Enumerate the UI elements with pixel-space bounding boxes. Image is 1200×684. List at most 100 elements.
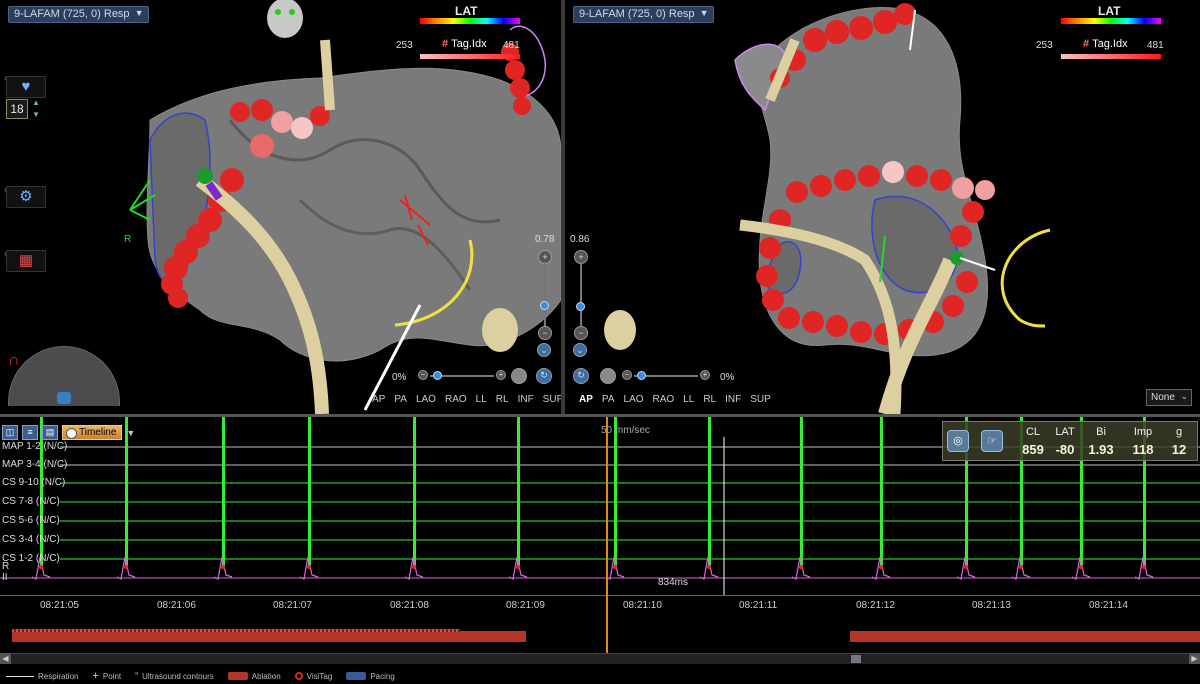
target-icon[interactable]: ◎ xyxy=(947,430,969,452)
opacity-increase-icon[interactable]: + xyxy=(700,370,710,380)
view-ap[interactable]: AP xyxy=(372,394,385,405)
view-sup[interactable]: SUP xyxy=(750,394,771,405)
chevron-down-icon: ⌄ xyxy=(1180,391,1188,401)
time-tick: 08:21:08 xyxy=(390,600,429,611)
opacity-slider-knob[interactable] xyxy=(637,371,646,380)
chevron-down-icon[interactable]: ▼ xyxy=(126,428,135,438)
view-ll[interactable]: LL xyxy=(683,394,694,405)
timeline-cursor[interactable] xyxy=(606,417,608,653)
tag-scale-label[interactable]: # Tag.Idx xyxy=(442,38,487,50)
annotation-marker xyxy=(879,565,883,569)
legend-item: Ablation xyxy=(227,672,281,681)
chevron-down-icon[interactable] xyxy=(57,392,71,404)
right-anatomy-canvas[interactable] xyxy=(565,0,1200,414)
orientation-heart-icon xyxy=(482,308,518,352)
tag-color-scale xyxy=(420,54,520,59)
reset-view-icon[interactable]: ⌄ xyxy=(537,343,551,357)
opacity-decrease-icon[interactable]: − xyxy=(418,370,428,380)
view-rl[interactable]: RL xyxy=(703,394,716,405)
channel-label: CS 1-2 (N/C) xyxy=(2,553,60,564)
view-rl[interactable]: RL xyxy=(496,394,509,405)
zoom-slider-track[interactable] xyxy=(580,262,582,334)
annotation-marker xyxy=(1019,565,1023,569)
opacity-slider-knob[interactable] xyxy=(433,371,442,380)
qrs-complex xyxy=(614,417,617,567)
qrs-complex xyxy=(708,417,711,567)
tag-grid-icon: # xyxy=(1083,38,1090,50)
heart-icon: ♥ xyxy=(21,78,31,95)
qrs-complex xyxy=(800,417,803,567)
view-pa[interactable]: PA xyxy=(394,394,407,405)
lat-scale-title: LAT xyxy=(455,4,478,18)
heart-filter-button[interactable]: ♥ xyxy=(6,76,46,98)
respiration-swatch xyxy=(6,675,34,677)
view-inf[interactable]: INF xyxy=(725,394,741,405)
scroll-left-icon[interactable]: ◀ xyxy=(0,653,11,664)
legend: Respiration + Point ” Ultrasound contours … xyxy=(0,668,1200,684)
zoom-out-icon[interactable]: − xyxy=(574,326,588,340)
settings-button[interactable]: ⚙ xyxy=(6,186,46,208)
sphere-icon[interactable] xyxy=(511,368,527,384)
readout-header-imp: Imp xyxy=(1133,426,1153,438)
channels-icon[interactable]: ≡ xyxy=(22,425,38,440)
ablation-segment[interactable] xyxy=(12,631,526,642)
reset-view-icon[interactable]: ⌄ xyxy=(573,343,587,357)
left-3d-view[interactable]: 9-LAFAM (725, 0) Resp ▼ LAT 253 # Tag.Idx… xyxy=(0,0,561,414)
view-lao[interactable]: LAO xyxy=(624,394,644,405)
point-grid-button[interactable]: ▦ xyxy=(6,250,46,272)
map-selector[interactable]: 9-LAFAM (725, 0) Resp ▼ xyxy=(8,6,149,23)
view-ll[interactable]: LL xyxy=(476,394,487,405)
gear-icon: ⚙ xyxy=(19,188,33,205)
view-rao[interactable]: RAO xyxy=(445,394,467,405)
sphere-icon[interactable] xyxy=(600,368,616,384)
view-sup[interactable]: SUP xyxy=(543,394,561,405)
ecg-timeline-panel[interactable]: ◫ ≡ ▤ Timeline ▼ 50 mm/sec MAP 1-2 (N/C)… xyxy=(0,417,1200,684)
opacity-increase-icon[interactable]: + xyxy=(496,370,506,380)
magnet-icon[interactable]: ∩ xyxy=(8,352,20,370)
zoom-slider-knob[interactable] xyxy=(576,302,585,311)
lead-marker: R xyxy=(2,561,10,572)
patient-head-icon xyxy=(267,0,303,38)
time-tick: 08:21:12 xyxy=(856,600,895,611)
orientation-label: R xyxy=(124,234,132,245)
time-tick: 08:21:14 xyxy=(1089,600,1128,611)
zoom-slider-knob[interactable] xyxy=(540,301,549,310)
time-tick: 08:21:10 xyxy=(623,600,662,611)
tag-scale-label[interactable]: # Tag.Idx xyxy=(1083,38,1128,50)
rotate-icon[interactable]: ↻ xyxy=(573,368,589,384)
map-selector[interactable]: 9-LAFAM (725, 0) Resp ▼ xyxy=(573,6,714,23)
annotation-marker xyxy=(799,565,803,569)
ecg-toolbar: ◫ ≡ ▤ Timeline ▼ xyxy=(2,425,135,440)
spin-up-icon[interactable]: ▲ xyxy=(32,98,40,107)
rotate-icon[interactable]: ↻ xyxy=(536,368,552,384)
map-selector-label: 9-LAFAM (725, 0) Resp xyxy=(579,8,695,20)
readout-value-imp: 118 xyxy=(1132,442,1154,457)
frame-counter[interactable]: 18 xyxy=(6,99,28,119)
lat-scale-title: LAT xyxy=(1098,4,1121,18)
view-lao[interactable]: LAO xyxy=(416,394,436,405)
scroll-thumb[interactable] xyxy=(851,655,861,663)
zoom-slider-track[interactable] xyxy=(544,262,546,334)
display-mode-select[interactable]: None ⌄ xyxy=(1146,389,1192,406)
spin-down-icon[interactable]: ▼ xyxy=(32,110,40,119)
right-3d-view[interactable]: 9-LAFAM (725, 0) Resp ▼ LAT 253 # Tag.Idx… xyxy=(565,0,1200,414)
layout-icon[interactable]: ◫ xyxy=(2,425,18,440)
view-inf[interactable]: INF xyxy=(518,394,534,405)
timeline-scrollbar[interactable] xyxy=(0,653,1200,664)
display-icon[interactable]: ▤ xyxy=(42,425,58,440)
channel-label: MAP 1-2 (N/C) xyxy=(2,441,68,452)
channel-label: CS 9-10 (N/C) xyxy=(2,477,66,488)
timeline-button[interactable]: Timeline xyxy=(62,425,123,440)
opacity-decrease-icon[interactable]: − xyxy=(622,370,632,380)
view-ap[interactable]: AP xyxy=(579,394,593,405)
touch-icon[interactable]: ☞ xyxy=(981,430,1003,452)
time-axis xyxy=(0,595,1200,596)
view-rao[interactable]: RAO xyxy=(653,394,675,405)
qrs-complex xyxy=(517,417,520,567)
tag-scale-min: 253 xyxy=(396,40,413,51)
view-pa[interactable]: PA xyxy=(602,394,615,405)
zoom-out-icon[interactable]: − xyxy=(538,326,552,340)
map-selector-label: 9-LAFAM (725, 0) Resp xyxy=(14,8,130,20)
scroll-right-icon[interactable]: ▶ xyxy=(1189,653,1200,664)
ablation-segment[interactable] xyxy=(850,631,1200,642)
